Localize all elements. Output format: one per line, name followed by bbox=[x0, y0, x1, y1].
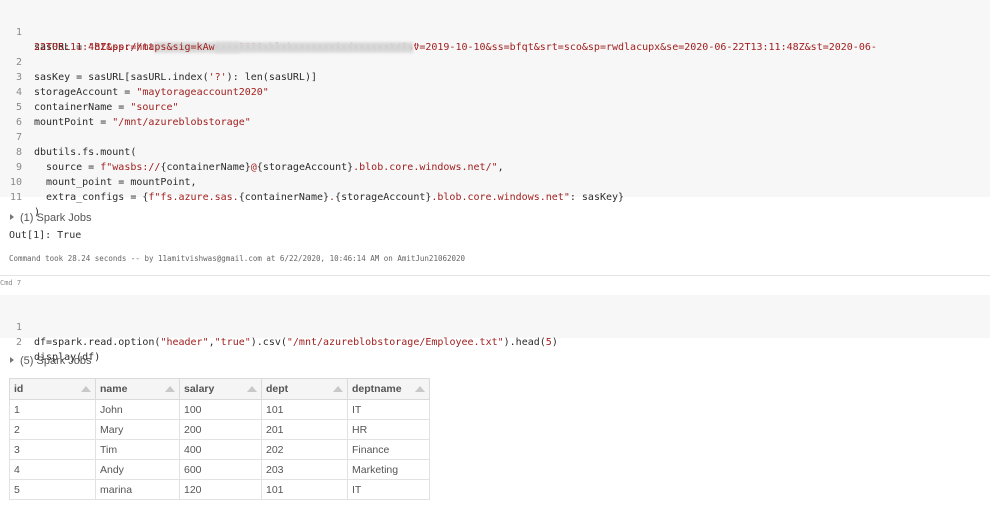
code-line[interactable]: 6 bbox=[0, 100, 24, 128]
table-header-row: id name salary dept deptname bbox=[9, 378, 430, 400]
code-cell-2[interactable]: 1 df=spark.read.option("header","true").… bbox=[0, 295, 990, 363]
column-header-dept[interactable]: dept bbox=[261, 378, 348, 400]
code-line[interactable]: 1 sasURL = "https://maytorageaccount2020… bbox=[0, 10, 877, 53]
code-line[interactable]: 8 source = f"wasbs://{containerName}@{st… bbox=[0, 130, 504, 173]
spark-jobs-toggle[interactable]: (1) Spark Jobs bbox=[10, 212, 92, 224]
table-row: 4 Andy 600 203 Marketing bbox=[9, 459, 430, 480]
column-header-salary[interactable]: salary bbox=[179, 378, 262, 400]
sort-icon[interactable] bbox=[415, 386, 425, 392]
column-header-id[interactable]: id bbox=[9, 378, 96, 400]
code-cell-1[interactable]: 1 sasURL = "https://maytorageaccount2020… bbox=[0, 0, 990, 218]
code-line[interactable]: 4 containerName = "source" bbox=[0, 70, 179, 113]
sort-icon[interactable] bbox=[81, 386, 91, 392]
cell-output: Out[1]: True bbox=[9, 230, 82, 241]
sort-icon[interactable] bbox=[247, 386, 257, 392]
code-line[interactable]: 11 ) bbox=[0, 175, 40, 218]
table-row: 3 Tim 400 202 Finance bbox=[9, 439, 430, 460]
table-row: 2 Mary 200 201 HR bbox=[9, 419, 430, 440]
expand-triangle-icon bbox=[10, 357, 14, 363]
code-line[interactable]: 5 mountPoint = "/mnt/azureblobstorage" bbox=[0, 85, 251, 128]
code-line[interactable]: 22T05:11:48Z&spr=https&sig=kAwxxxxxxxxxx… bbox=[0, 25, 419, 53]
code-line[interactable]: 9 mount_point = mountPoint, bbox=[0, 145, 197, 188]
expand-triangle-icon bbox=[10, 214, 14, 220]
table-row: 5 marina 120 101 IT bbox=[9, 479, 430, 500]
command-label: Cmd 7 bbox=[0, 279, 22, 287]
code-line[interactable]: 2 sasKey = sasURL[sasURL.index('?'): len… bbox=[0, 40, 317, 83]
code-line[interactable]: 3 storageAccount = "maytorageaccount2020… bbox=[0, 55, 269, 98]
sort-icon[interactable] bbox=[333, 386, 343, 392]
code-line[interactable]: 1 df=spark.read.option("header","true").… bbox=[0, 305, 558, 348]
sort-icon[interactable] bbox=[165, 386, 175, 392]
code-line[interactable]: 10 extra_configs = {f"fs.azure.sas.{cont… bbox=[0, 160, 624, 203]
command-status: Command took 28.24 seconds -- by 11amitv… bbox=[9, 254, 466, 263]
column-header-name[interactable]: name bbox=[95, 378, 180, 400]
code-line[interactable]: 7 dbutils.fs.mount( bbox=[0, 115, 136, 158]
code-line[interactable]: 2 display(df) bbox=[0, 320, 100, 363]
results-table: id name salary dept deptname 1 John 100 101… bbox=[9, 378, 430, 500]
table-row: 1 John 100 101 IT bbox=[9, 399, 430, 420]
cell-divider bbox=[0, 275, 990, 276]
column-header-deptname[interactable]: deptname bbox=[347, 378, 430, 400]
spark-jobs-toggle[interactable]: (5) Spark Jobs bbox=[10, 355, 92, 367]
